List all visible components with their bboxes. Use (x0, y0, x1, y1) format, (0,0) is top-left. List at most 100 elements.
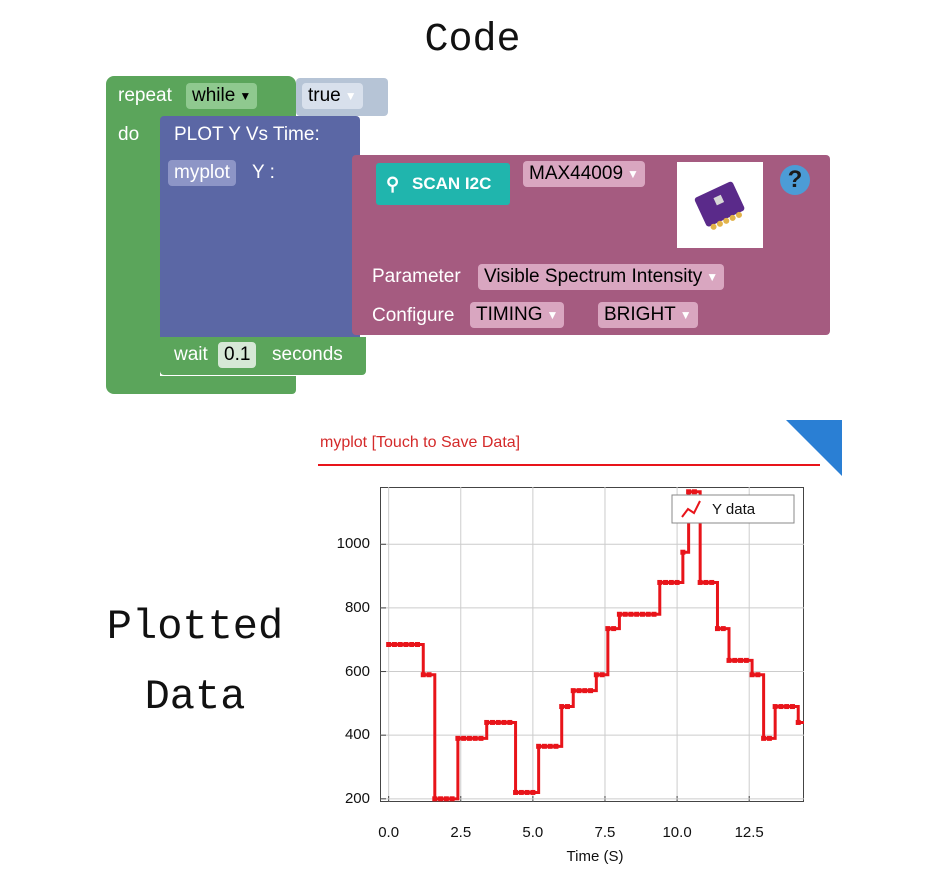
data-point (386, 642, 392, 647)
corner-tab-icon[interactable] (786, 420, 842, 476)
data-point (403, 642, 409, 647)
data-point (680, 549, 686, 555)
x-axis-label: Time (S) (566, 848, 624, 865)
sensor-board-icon (694, 181, 745, 230)
parameter-dropdown[interactable]: Visible Spectrum Intensity ▼ (478, 264, 725, 290)
plot-block[interactable] (160, 116, 360, 342)
y-tick-label: 200 (344, 789, 370, 807)
data-point (478, 735, 484, 741)
y-tick-label: 600 (344, 662, 370, 680)
data-point (761, 735, 767, 741)
configure-bright-label: BRIGHT (604, 304, 676, 326)
chevron-down-icon: ▼ (239, 89, 252, 103)
data-point (772, 704, 778, 710)
data-point (611, 626, 617, 632)
scan-i2c-button[interactable]: ⚲ SCAN I2C (376, 163, 510, 205)
data-point (582, 688, 588, 694)
data-point (668, 579, 674, 585)
data-point (714, 626, 720, 632)
data-point (697, 579, 703, 585)
y-tick-label: 800 (344, 598, 370, 616)
data-point (588, 688, 594, 694)
data-point (432, 796, 438, 802)
scan-i2c-label: SCAN I2C (412, 174, 492, 193)
data-point (593, 672, 599, 678)
data-point (789, 704, 795, 710)
data-point (599, 672, 605, 678)
data-point (645, 611, 651, 617)
data-point (449, 796, 455, 802)
data-point (732, 657, 738, 663)
data-point (547, 743, 553, 749)
data-point (743, 657, 749, 663)
data-point (674, 579, 680, 585)
x-tick-label: 2.5 (450, 824, 472, 841)
while-dropdown[interactable]: while ▼ (186, 83, 258, 109)
data-point (564, 704, 570, 710)
sensor-dropdown[interactable]: MAX44009 ▼ (523, 161, 645, 187)
data-point (501, 719, 507, 725)
data-point (553, 743, 559, 749)
true-dropdown[interactable]: true ▼ (302, 83, 363, 109)
data-point (443, 796, 449, 802)
data-point (720, 626, 726, 632)
data-point (391, 642, 397, 647)
data-point (616, 611, 622, 617)
data-point (691, 489, 697, 495)
data-point (409, 642, 415, 647)
plot-variable-field[interactable]: myplot (168, 160, 236, 186)
plot-chart[interactable]: Y data (380, 487, 804, 802)
repeat-block-bottom (106, 376, 296, 394)
data-point (484, 719, 490, 725)
legend-label: Y data (712, 501, 756, 518)
data-point (622, 611, 628, 617)
chevron-down-icon: ▼ (546, 308, 559, 322)
search-icon: ⚲ (386, 174, 400, 194)
data-point (766, 735, 772, 741)
data-point (472, 735, 478, 741)
chevron-down-icon: ▼ (679, 308, 692, 322)
code-title: Code (424, 18, 521, 63)
data-point (513, 789, 519, 795)
x-tick-label: 10.0 (662, 824, 692, 841)
configure-bright-dropdown[interactable]: BRIGHT ▼ (598, 302, 698, 328)
data-point (466, 735, 472, 741)
plotted-title-line1: Plotted (106, 603, 284, 651)
wait-value-field[interactable]: 0.1 (218, 342, 257, 368)
data-point (628, 611, 634, 617)
data-point (524, 789, 530, 795)
data-point (455, 735, 461, 741)
configure-timing-dropdown[interactable]: TIMING ▼ (470, 302, 565, 328)
repeat-label: repeat (118, 85, 172, 106)
plot-header[interactable]: myplot [Touch to Save Data] (320, 434, 520, 452)
chevron-down-icon: ▼ (706, 270, 719, 284)
repeat-block-spine (106, 118, 160, 390)
data-point (709, 579, 715, 585)
configure-timing-label: TIMING (476, 304, 543, 326)
while-dropdown-label: while (192, 85, 236, 107)
wait-label: wait (174, 344, 208, 365)
data-point (438, 796, 444, 802)
chevron-down-icon: ▼ (344, 89, 357, 103)
parameter-dropdown-label: Visible Spectrum Intensity (484, 266, 703, 288)
data-point (657, 579, 663, 585)
data-point (795, 719, 801, 725)
data-point (461, 735, 467, 741)
data-point (749, 672, 755, 678)
data-point (570, 688, 576, 694)
plot-block-title: PLOT Y Vs Time: (174, 124, 320, 145)
data-point (559, 704, 565, 710)
data-point (420, 672, 426, 678)
data-point (784, 704, 790, 710)
data-point (755, 672, 761, 678)
data-point (518, 789, 524, 795)
seconds-label: seconds (272, 344, 343, 365)
data-point (530, 789, 536, 795)
data-point (576, 688, 582, 694)
configure-label: Configure (372, 305, 455, 326)
data-point (663, 579, 669, 585)
parameter-label: Parameter (372, 266, 461, 287)
help-button[interactable]: ? (780, 165, 810, 195)
data-point (605, 626, 611, 632)
y-tick-label: 400 (344, 726, 370, 744)
